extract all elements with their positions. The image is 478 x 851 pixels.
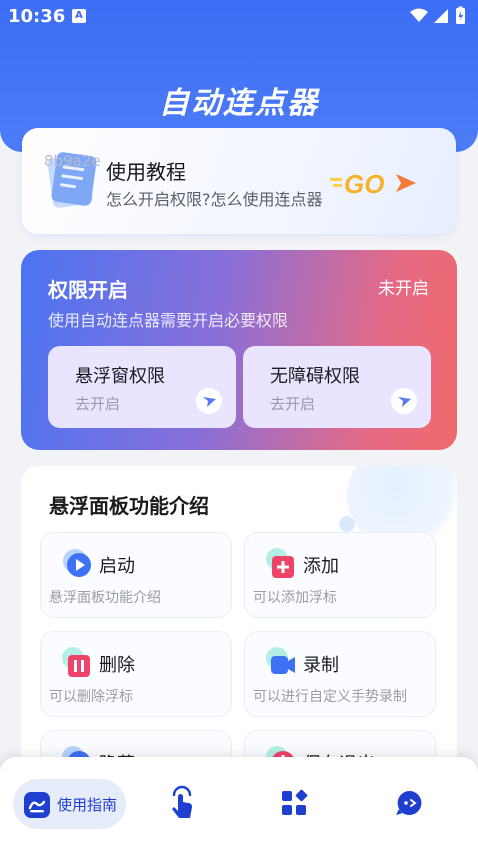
go-arrow-icon[interactable]: GO (330, 166, 420, 200)
feature-item-record[interactable]: 录制 可以进行自定义手势录制 (244, 631, 436, 717)
decorative-dot (339, 516, 355, 532)
feature-label: 录制 (303, 655, 339, 676)
permission-item-label: 无障碍权限 (270, 366, 360, 387)
status-bar: 10:36 A (0, 0, 478, 34)
accessibility-permission-button[interactable]: 无障碍权限 去开启 (243, 346, 431, 428)
permission-title: 权限开启 (48, 278, 128, 302)
tutorial-subtitle: 怎么开启权限?怎么使用连点器 (106, 190, 323, 209)
feature-label: 添加 (303, 556, 339, 577)
play-icon (63, 549, 91, 577)
nav-item-guide[interactable]: 使用指南 (13, 779, 126, 829)
delete-icon (62, 647, 90, 677)
feature-panel: 悬浮面板功能介绍 启动 悬浮面板功能介绍 添加 可以添加浮标 删除 可以删除浮标 (21, 466, 457, 806)
feature-desc: 可以进行自定义手势录制 (253, 689, 407, 705)
permission-item-label: 悬浮窗权限 (75, 366, 165, 387)
record-icon (266, 647, 295, 674)
feature-desc: 可以添加浮标 (253, 590, 337, 606)
tutorial-card[interactable]: 8b9a2e 使用教程 怎么开启权限?怎么使用连点器 GO (22, 128, 456, 234)
page-title: 自动连点器 (159, 86, 319, 121)
nav-label: 使用指南 (57, 796, 118, 814)
signal-battery-icon (410, 6, 465, 24)
permission-status: 未开启 (378, 279, 429, 299)
feature-title: 悬浮面板功能介绍 (49, 494, 209, 518)
bottom-nav: 使用指南 (0, 757, 478, 851)
send-arrow-icon (196, 388, 222, 414)
apps-icon[interactable] (278, 785, 310, 821)
watermark-text: 8b9a2e (44, 152, 101, 170)
add-icon (266, 548, 294, 578)
permission-item-action: 去开启 (75, 395, 121, 413)
status-time: 10:36 (8, 6, 66, 27)
send-arrow-icon (391, 388, 417, 414)
feature-item-add[interactable]: 添加 可以添加浮标 (244, 532, 436, 618)
feature-label: 启动 (99, 556, 135, 577)
permission-card: 权限开启 未开启 使用自动连点器需要开启必要权限 悬浮窗权限 去开启 无障碍权限… (21, 250, 457, 450)
guide-icon (24, 792, 50, 818)
floating-window-permission-button[interactable]: 悬浮窗权限 去开启 (48, 346, 236, 428)
feature-item-start[interactable]: 启动 悬浮面板功能介绍 (40, 532, 232, 618)
permission-description: 使用自动连点器需要开启必要权限 (48, 311, 289, 330)
feature-desc: 悬浮面板功能介绍 (49, 590, 161, 606)
feature-desc: 可以删除浮标 (49, 689, 133, 705)
chat-icon[interactable] (394, 785, 426, 821)
notification-icon: A (72, 9, 86, 23)
go-label: GO (344, 169, 384, 199)
tap-icon[interactable] (166, 785, 198, 821)
permission-item-action: 去开启 (270, 395, 316, 413)
feature-label: 删除 (99, 655, 135, 676)
feature-item-delete[interactable]: 删除 可以删除浮标 (40, 631, 232, 717)
tutorial-title: 使用教程 (106, 160, 186, 184)
